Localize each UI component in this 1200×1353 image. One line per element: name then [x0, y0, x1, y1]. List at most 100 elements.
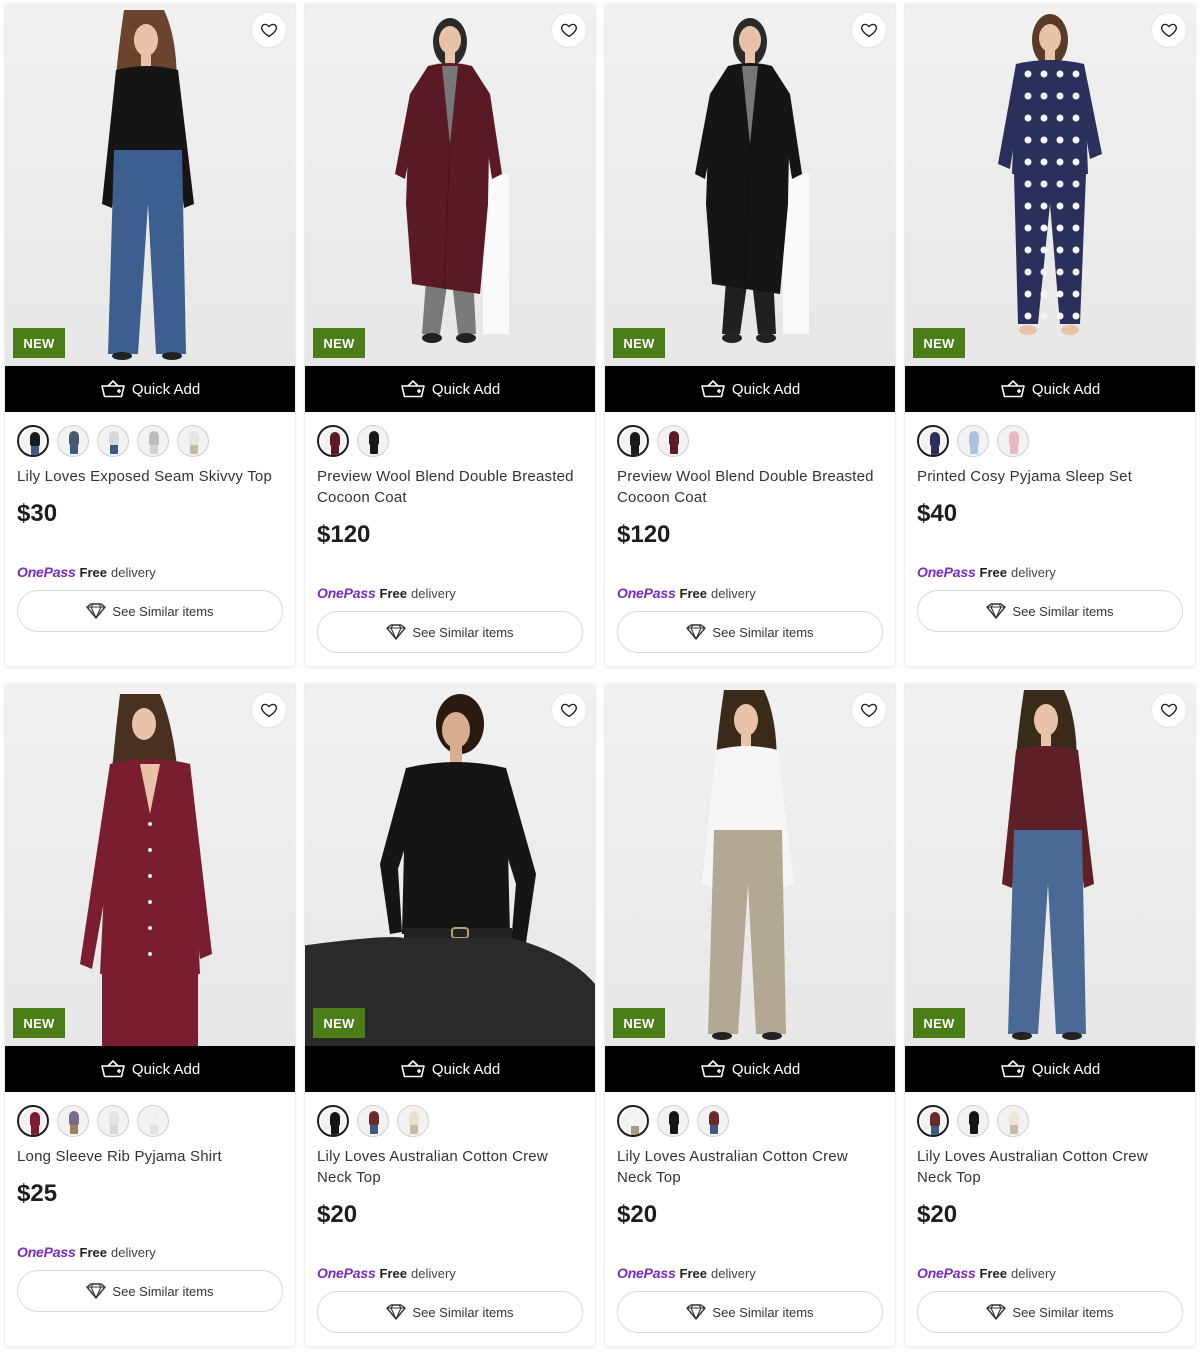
wishlist-button[interactable] [851, 692, 887, 728]
product-image-area[interactable]: NEW [605, 684, 895, 1046]
color-swatch[interactable] [917, 425, 949, 457]
color-swatch[interactable] [617, 425, 649, 457]
wishlist-button[interactable] [251, 12, 287, 48]
diamond-icon [386, 624, 407, 640]
color-swatch[interactable] [957, 425, 989, 457]
product-title[interactable]: Preview Wool Blend Double Breasted Cocoo… [317, 466, 583, 508]
color-swatch[interactable] [997, 1105, 1029, 1137]
color-swatch[interactable] [137, 1105, 169, 1137]
color-swatch[interactable] [17, 1105, 49, 1137]
product-image-area[interactable]: NEW [305, 684, 595, 1046]
wishlist-button[interactable] [551, 692, 587, 728]
color-swatch[interactable] [317, 1105, 349, 1137]
see-similar-button[interactable]: See Similar items [617, 611, 883, 653]
color-swatch[interactable] [997, 425, 1029, 457]
quick-add-button[interactable]: Quick Add [5, 366, 295, 412]
color-swatch[interactable] [17, 425, 49, 457]
product-image[interactable] [905, 684, 1195, 1046]
see-similar-button[interactable]: See Similar items [317, 1291, 583, 1333]
color-swatch[interactable] [137, 425, 169, 457]
color-swatch[interactable] [57, 425, 89, 457]
product-image[interactable] [5, 684, 295, 1046]
new-badge: NEW [913, 1008, 965, 1038]
product-card[interactable]: NEW Quick Add Lily Loves Australian Cotton… [305, 684, 595, 1346]
product-price: $30 [17, 500, 58, 527]
quick-add-button[interactable]: Quick Add [605, 1046, 895, 1092]
color-swatch[interactable] [697, 1105, 729, 1137]
color-swatch[interactable] [617, 1105, 649, 1137]
onepass-logo: OnePass [17, 564, 76, 580]
product-card[interactable]: NEW Quick Add Preview Wool Blend Double Br… [305, 4, 595, 666]
color-swatch[interactable] [957, 1105, 989, 1137]
wishlist-button[interactable] [251, 692, 287, 728]
product-card[interactable]: NEW Quick Add Lily Loves Australian Cotton… [905, 684, 1195, 1346]
product-image[interactable] [5, 4, 295, 366]
color-swatch[interactable] [657, 425, 689, 457]
quick-add-label: Quick Add [131, 380, 201, 398]
see-similar-button[interactable]: See Similar items [317, 611, 583, 653]
free-label: Free [979, 565, 1007, 580]
product-title[interactable]: Lily Loves Australian Cotton Crew Neck T… [317, 1146, 583, 1188]
product-image[interactable] [305, 684, 595, 1046]
quick-add-button[interactable]: Quick Add [605, 366, 895, 412]
wishlist-button[interactable] [551, 12, 587, 48]
product-image-area[interactable]: NEW [905, 4, 1195, 366]
delivery-label: delivery [411, 586, 456, 601]
product-price: $20 [617, 1201, 658, 1228]
new-badge: NEW [313, 328, 365, 358]
wishlist-button[interactable] [1151, 692, 1187, 728]
color-swatch[interactable] [97, 425, 129, 457]
color-swatch[interactable] [317, 425, 349, 457]
product-title[interactable]: Long Sleeve Rib Pyjama Shirt [17, 1146, 283, 1167]
color-swatch[interactable] [177, 425, 209, 457]
product-card[interactable]: NEW Quick Add Lily Loves Australian Cotton… [605, 684, 895, 1346]
product-title[interactable]: Lily Loves Australian Cotton Crew Neck T… [617, 1146, 883, 1188]
quick-add-button[interactable]: Quick Add [905, 1046, 1195, 1092]
see-similar-button[interactable]: See Similar items [17, 590, 283, 632]
product-image[interactable] [905, 4, 1195, 366]
color-swatch[interactable] [97, 1105, 129, 1137]
color-swatch[interactable] [657, 1105, 689, 1137]
product-image[interactable] [605, 4, 895, 366]
color-swatch[interactable] [57, 1105, 89, 1137]
wishlist-button[interactable] [851, 12, 887, 48]
product-price: $120 [317, 521, 371, 548]
diamond-icon [686, 624, 707, 640]
wishlist-button[interactable] [1151, 12, 1187, 48]
product-card[interactable]: NEW Quick Add Printed Cosy Pyjama Sleep Se… [905, 4, 1195, 666]
see-similar-button[interactable]: See Similar items [617, 1291, 883, 1333]
product-price: $20 [917, 1201, 958, 1228]
color-swatch[interactable] [917, 1105, 949, 1137]
color-swatch[interactable] [397, 1105, 429, 1137]
product-title[interactable]: Lily Loves Exposed Seam Skivvy Top [17, 466, 283, 487]
product-image-area[interactable]: NEW [5, 4, 295, 366]
heart-icon [560, 21, 578, 39]
quick-add-button[interactable]: Quick Add [905, 366, 1195, 412]
delivery-label: delivery [111, 1245, 156, 1260]
product-title[interactable]: Preview Wool Blend Double Breasted Cocoo… [617, 466, 883, 508]
onepass-logo: OnePass [617, 585, 676, 601]
color-swatch[interactable] [357, 425, 389, 457]
quick-add-button[interactable]: Quick Add [5, 1046, 295, 1092]
product-card[interactable]: NEW Quick Add Long Sleeve Rib Pyjama Shirt… [5, 684, 295, 1346]
product-image-area[interactable]: NEW [905, 684, 1195, 1046]
product-image-area[interactable]: NEW [5, 684, 295, 1046]
product-image[interactable] [605, 684, 895, 1046]
product-card[interactable]: NEW Quick Add Lily Loves Exposed Seam Skiv… [5, 4, 295, 666]
see-similar-button[interactable]: See Similar items [917, 1291, 1183, 1333]
diamond-icon [686, 1304, 707, 1320]
product-title[interactable]: Printed Cosy Pyjama Sleep Set [917, 466, 1183, 487]
product-title[interactable]: Lily Loves Australian Cotton Crew Neck T… [917, 1146, 1183, 1188]
product-image-area[interactable]: NEW [305, 4, 595, 366]
product-card[interactable]: NEW Quick Add Preview Wool Blend Double Br… [605, 4, 895, 666]
product-image[interactable] [305, 4, 595, 366]
free-label: Free [79, 565, 107, 580]
basket-icon [100, 1059, 126, 1079]
quick-add-button[interactable]: Quick Add [305, 366, 595, 412]
diamond-icon [986, 1304, 1007, 1320]
see-similar-button[interactable]: See Similar items [17, 1270, 283, 1312]
color-swatch[interactable] [357, 1105, 389, 1137]
see-similar-button[interactable]: See Similar items [917, 590, 1183, 632]
product-image-area[interactable]: NEW [605, 4, 895, 366]
quick-add-button[interactable]: Quick Add [305, 1046, 595, 1092]
